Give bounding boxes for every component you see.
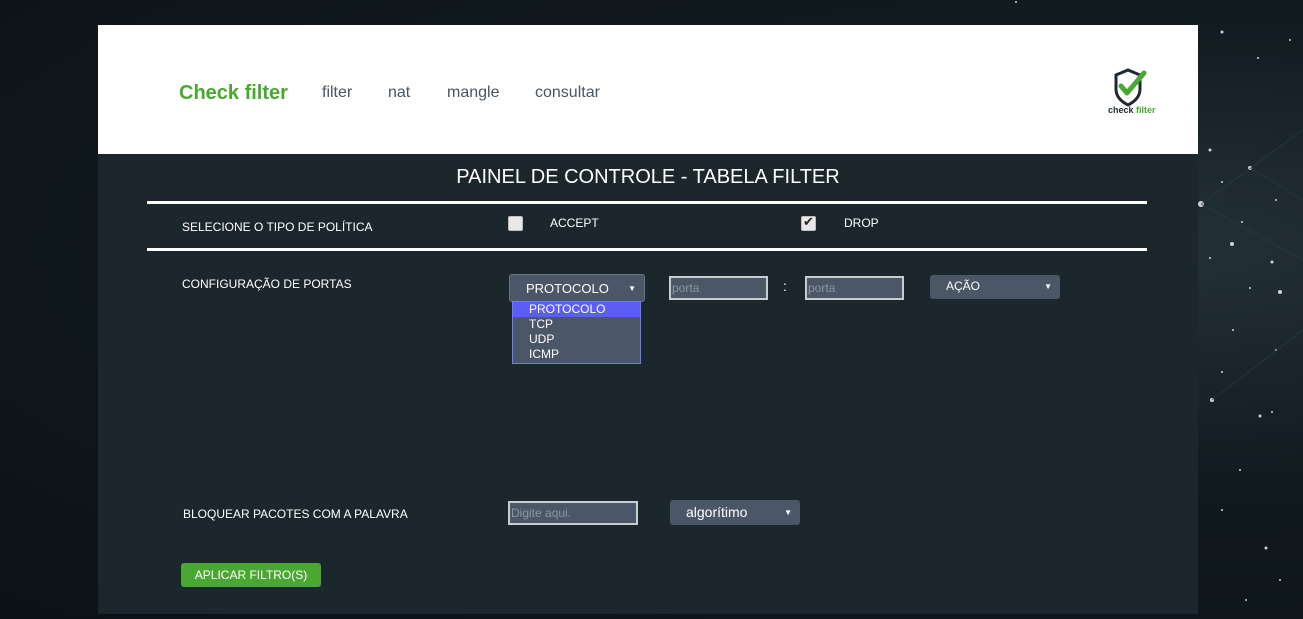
divider-bottom (147, 248, 1147, 251)
port-to-input[interactable] (805, 276, 904, 300)
protocol-option-tcp[interactable]: TCP (513, 317, 640, 332)
nav-item-filter[interactable]: filter (322, 84, 352, 102)
port-from-input[interactable] (669, 276, 768, 300)
accept-label: ACCEPT (550, 216, 599, 230)
chevron-down-icon: ▼ (1044, 282, 1052, 291)
protocol-option-protocolo[interactable]: PROTOCOLO (513, 302, 640, 317)
logo-text: check filter (1108, 105, 1156, 115)
action-select[interactable]: AÇÃO ▼ (930, 275, 1060, 299)
protocol-option-udp[interactable]: UDP (513, 332, 640, 347)
brand-title[interactable]: Check filter (179, 82, 288, 105)
protocol-dropdown-list: PROTOCOLO TCP UDP ICMP (512, 301, 641, 364)
nav-item-nat[interactable]: nat (388, 84, 410, 102)
main-panel: Check filter filter nat mangle consultar… (98, 25, 1198, 614)
accept-checkbox[interactable] (508, 216, 523, 231)
drop-label: DROP (844, 216, 879, 230)
protocol-select[interactable]: PROTOCOLO ▼ (509, 274, 645, 302)
drop-checkbox[interactable]: ✔ (801, 214, 816, 231)
checkmark-icon: ✔ (803, 214, 814, 229)
protocol-select-value: PROTOCOLO (526, 281, 609, 296)
block-word-label: BLOQUEAR PACOTES COM A PALAVRA (183, 507, 408, 521)
protocol-option-icmp[interactable]: ICMP (513, 347, 640, 362)
chevron-down-icon: ▼ (784, 508, 792, 517)
block-word-input[interactable] (508, 501, 638, 525)
header-bar: Check filter filter nat mangle consultar… (98, 25, 1198, 154)
port-separator: : (783, 278, 787, 294)
algorithm-select-value: algorítimo (686, 504, 748, 520)
nav-item-mangle[interactable]: mangle (447, 84, 499, 102)
action-select-value: AÇÃO (946, 279, 981, 293)
logo-text-check: check (1108, 105, 1134, 115)
apply-filters-button[interactable]: APLICAR FILTRO(S) (181, 563, 321, 587)
nav-item-consultar[interactable]: consultar (535, 84, 600, 102)
page-title: PAINEL DE CONTROLE - TABELA FILTER (456, 166, 840, 188)
algorithm-select[interactable]: algorítimo ▼ (670, 500, 800, 525)
logo-text-filter: filter (1136, 105, 1156, 115)
divider-top (147, 201, 1147, 204)
policy-label: SELECIONE O TIPO DE POLÍTICA (182, 220, 373, 234)
chevron-down-icon: ▼ (628, 284, 636, 293)
control-panel: PAINEL DE CONTROLE - TABELA FILTER SELEC… (98, 154, 1198, 614)
ports-label: CONFIGURAÇÃO DE PORTAS (182, 277, 352, 291)
